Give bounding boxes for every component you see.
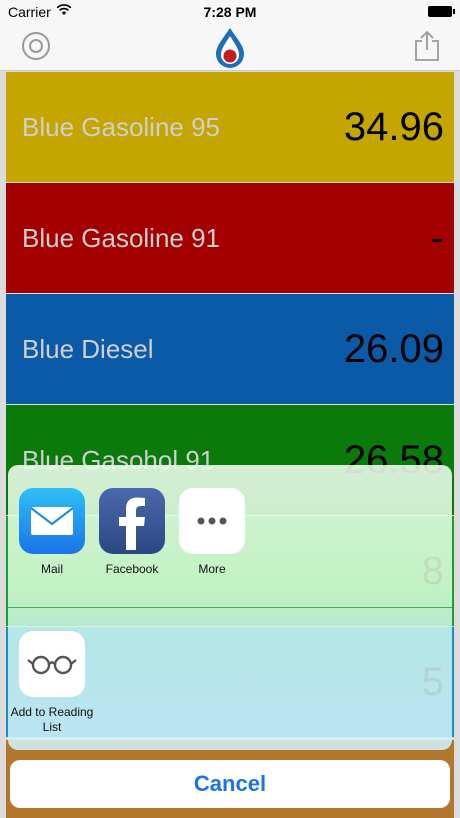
mail-app-tile[interactable] [19, 488, 85, 554]
status-bar: Carrier 7:28 PM [0, 0, 460, 24]
facebook-icon [99, 497, 165, 558]
fuel-row-gasoline-95[interactable]: Blue Gasoline 95 34.96 [6, 72, 454, 182]
fuel-name: Blue Gasoline 95 [22, 112, 221, 142]
fuel-price: - [430, 216, 444, 260]
more-dots-icon [179, 517, 245, 558]
battery-icon [428, 6, 455, 17]
fuel-drop-logo-icon [212, 26, 248, 70]
nav-bar [0, 24, 460, 71]
share-icon[interactable] [414, 30, 440, 62]
reading-glasses-icon [19, 655, 85, 701]
more-app-tile[interactable] [179, 488, 245, 554]
share-sheet: Mail Facebook More Add to Reading List [8, 465, 452, 750]
fuel-price: 26.09 [343, 327, 444, 371]
facebook-label: Facebook [105, 562, 159, 576]
clock-label: 7:28 PM [203, 4, 257, 20]
facebook-app-tile[interactable] [99, 488, 165, 554]
mail-icon [19, 507, 85, 558]
reading-list-tile[interactable] [19, 631, 85, 697]
cancel-button[interactable]: Cancel [10, 760, 450, 808]
fuel-name: Blue Diesel [22, 334, 154, 364]
fuel-name: Blue Gasoline 91 [22, 223, 221, 253]
sheet-divider [8, 607, 452, 608]
fuel-price: 34.96 [343, 105, 444, 149]
fuel-row-diesel[interactable]: Blue Diesel 26.09 [6, 294, 454, 404]
more-label: More [198, 562, 226, 576]
mail-label: Mail [40, 562, 63, 576]
fuel-row-gasoline-91[interactable]: Blue Gasoline 91 - [6, 183, 454, 293]
reading-list-label: Add to Reading List [10, 705, 94, 734]
gear-icon[interactable] [22, 32, 50, 60]
